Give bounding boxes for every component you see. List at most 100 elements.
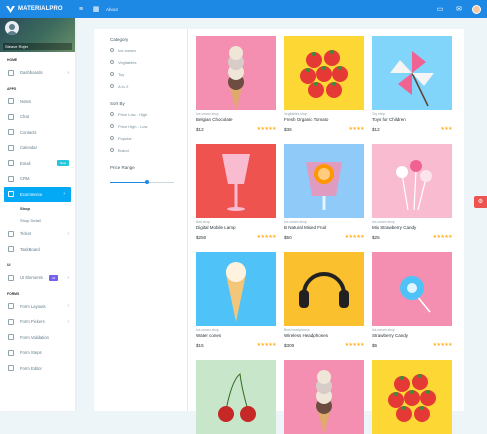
logo-icon: [6, 5, 15, 13]
product-card[interactable]: Best headphones Wireless Headphones $300 ★★…: [284, 252, 365, 348]
product-name[interactable]: Wireless Headphones: [284, 333, 364, 339]
sidebar-item-label: Form Layouts: [20, 303, 46, 309]
brand-logo[interactable]: MATERIALPRO: [0, 5, 75, 13]
category-option-ice-cream[interactable]: Ice-cream: [94, 44, 187, 56]
product-price: $25: [372, 234, 380, 240]
sidebar-item-email[interactable]: Email New: [0, 156, 75, 172]
sort-option-popular[interactable]: Popular: [94, 132, 187, 144]
product-card[interactable]: Vegitables shop Fresh Organic Tomato $36 ★★…: [284, 36, 365, 132]
product-image[interactable]: [196, 360, 276, 434]
product-name[interactable]: Belgian Chocolate: [196, 117, 276, 123]
product-name[interactable]: Strawberry Candy: [372, 333, 452, 339]
sidebar-item-notes[interactable]: Notes: [0, 94, 75, 110]
sort-option-label: Price High - Low: [118, 123, 148, 129]
product-card[interactable]: Toy shop Toys for Children $12 ★★★: [372, 36, 453, 132]
sidebar-subitem-shop-detail[interactable]: Shop Detail: [0, 214, 75, 226]
sidebar-item-form-validation[interactable]: Form Validation: [0, 330, 75, 346]
mail-icon[interactable]: ✉: [453, 3, 465, 15]
sidebar-item-contacts[interactable]: Contacts: [0, 125, 75, 141]
apps-icon[interactable]: ▦: [90, 3, 102, 15]
sidebar-item-form-layouts[interactable]: Form Layouts ›: [0, 299, 75, 315]
top-bar: MATERIALPRO ≡ ▦ About ▭ ✉: [0, 0, 487, 18]
category-option-vegitables[interactable]: Vegitables: [94, 56, 187, 68]
radio-button[interactable]: [110, 60, 114, 64]
product-image[interactable]: [284, 252, 364, 326]
product-name[interactable]: Mix Strawberry Candy: [372, 225, 452, 231]
form-validation-icon: [8, 334, 14, 341]
product-image[interactable]: [196, 144, 276, 218]
product-image[interactable]: [284, 36, 364, 110]
sidebar-item-form-pickers[interactable]: Form Pickers ›: [0, 314, 75, 330]
profile-banner: Steave Rojer: [0, 18, 75, 52]
sort-option-brand[interactable]: Brand: [94, 144, 187, 156]
product-name[interactable]: Fresh Organic Tomato: [284, 117, 364, 123]
price-range-slider[interactable]: [110, 180, 174, 184]
sidebar-item-dashboards[interactable]: Dashboards ›: [0, 65, 75, 81]
sidebar-item-form-editor[interactable]: Form Editor: [0, 361, 75, 377]
sort-option-price-high-low[interactable]: Price High - Low: [94, 120, 187, 132]
category-option-toy[interactable]: Toy: [94, 68, 187, 80]
product-image[interactable]: [372, 36, 452, 110]
category-option-a-to-z[interactable]: A to Z: [94, 80, 187, 92]
sidebar-item-taskboard[interactable]: TaskBoard: [0, 242, 75, 258]
product-card[interactable]: Ice-cream shop Strawberry Candy $5 ★★★★★: [372, 252, 453, 348]
sidebar-item-calendar[interactable]: Calendar: [0, 140, 75, 156]
sidebar-item-ui-elements[interactable]: UI Elements 22 ›: [0, 270, 75, 286]
product-image[interactable]: [372, 144, 452, 218]
product-image[interactable]: [196, 36, 276, 110]
product-price: $15: [196, 342, 204, 348]
product-image[interactable]: [284, 144, 364, 218]
product-card[interactable]: Ice-cream shop B Natural Mixed Fruit $50 ★★…: [284, 144, 365, 240]
profile-avatar[interactable]: [5, 21, 19, 35]
sidebar-item-ticket[interactable]: Ticket ›: [0, 226, 75, 242]
cart-icon: [8, 191, 14, 198]
product-card[interactable]: [372, 360, 452, 434]
user-avatar[interactable]: [472, 4, 481, 14]
product-image[interactable]: [196, 252, 276, 326]
radio-button[interactable]: [110, 72, 114, 76]
menu-icon[interactable]: ≡: [75, 3, 87, 15]
product-image[interactable]: [372, 252, 452, 326]
message-icon[interactable]: ▭: [434, 3, 446, 15]
radio-button[interactable]: [110, 112, 114, 116]
radio-button[interactable]: [110, 84, 114, 88]
product-card[interactable]: Bad shop Digital Mobile Lamp $250 ★★★★★: [196, 144, 277, 240]
sort-option-label: Price Low - High: [118, 111, 148, 117]
slider-handle[interactable]: [145, 180, 150, 184]
section-caption-forms: FORMS: [7, 291, 20, 296]
product-card[interactable]: Ice-cream shop Mix Strawberry Candy $25 ★★★…: [372, 144, 453, 240]
about-link[interactable]: About: [106, 7, 118, 12]
product-name[interactable]: Toys for Children: [372, 117, 452, 123]
profile-name[interactable]: Steave Rojer: [3, 43, 72, 50]
chevron-icon: ›: [67, 318, 69, 325]
product-image[interactable]: [284, 360, 364, 434]
product-card[interactable]: Ice-cream shop Belgian Chocolate $12 ★★★★★: [196, 36, 277, 132]
product-card[interactable]: Ice-cream shop Water cones $15 ★★★★★: [196, 252, 277, 348]
product-name[interactable]: Water cones: [196, 333, 276, 339]
radio-button[interactable]: [110, 48, 114, 52]
sidebar-item-label: Contacts: [20, 129, 37, 135]
product-name[interactable]: B Natural Mixed Fruit: [284, 225, 364, 231]
sort-option-price-low-high[interactable]: Price Low - High: [94, 108, 187, 120]
settings-icon[interactable]: ⚙: [474, 196, 487, 208]
section-caption-ui: UI: [7, 263, 11, 267]
product-card[interactable]: [284, 360, 364, 434]
sidebar-subitem-shop[interactable]: Shop: [0, 202, 75, 214]
sidebar-item-crm[interactable]: CRM: [0, 171, 75, 187]
radio-button[interactable]: [110, 148, 114, 152]
sidebar-item-label: Form Editor: [20, 365, 42, 371]
radio-button[interactable]: [110, 136, 114, 140]
category-option-label: Ice-cream: [118, 47, 136, 53]
sidebar-item-form-steps[interactable]: Form Steps: [0, 345, 75, 361]
sidebar-item-chat[interactable]: Chat: [0, 109, 75, 125]
product-meta: $25 ★★★★★: [372, 234, 453, 240]
product-meta: $50 ★★★★★: [284, 234, 365, 240]
rating-stars: ★★★★★: [432, 234, 453, 240]
radio-button[interactable]: [110, 124, 114, 128]
sidebar-item-ecommerce[interactable]: Ecommerce ›: [4, 186, 71, 202]
product-name[interactable]: Digital Mobile Lamp: [196, 225, 276, 231]
product-card[interactable]: [196, 360, 276, 434]
product-image[interactable]: [372, 360, 452, 434]
contacts-icon: [8, 129, 14, 136]
category-option-label: A to Z: [118, 83, 129, 89]
